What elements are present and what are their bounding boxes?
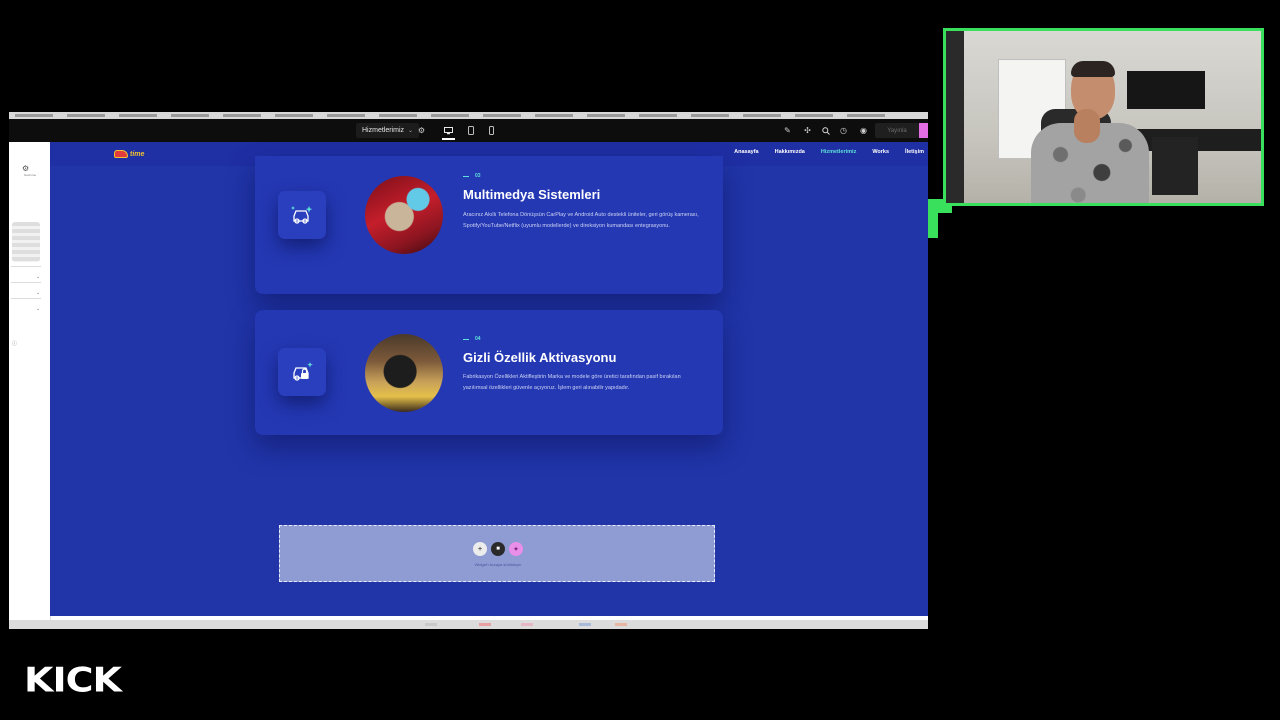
overlay-accent bbox=[928, 212, 938, 238]
history-icon[interactable]: ◷ bbox=[837, 124, 850, 137]
nav-hakkimizda[interactable]: Hakkımızda bbox=[775, 149, 805, 155]
nav-anasayfa[interactable]: Anasayfa bbox=[734, 149, 758, 155]
service-description: Fabrikasyon Özellikleri Aktifleştirin Ma… bbox=[463, 374, 681, 391]
car-dashboard-photo bbox=[365, 334, 443, 412]
number-accent-line bbox=[463, 339, 469, 340]
taskbar-item[interactable] bbox=[579, 623, 591, 626]
service-title: Multimedya Sistemleri bbox=[463, 187, 601, 202]
mobile-view-icon[interactable] bbox=[485, 124, 498, 137]
site-nav: Anasayfa Hakkımızda Hizmetlerimiz Works … bbox=[734, 149, 924, 155]
logo-text: time bbox=[130, 150, 145, 158]
ai-assistant-tab[interactable] bbox=[919, 123, 928, 138]
background-monitor bbox=[1127, 71, 1205, 109]
webcam-background bbox=[946, 31, 964, 203]
publish-button[interactable]: Yayınla bbox=[875, 123, 919, 138]
editor-side-panel: ⚙ Gezinme ⌄ ⌄ ⌄ ⓘ bbox=[9, 142, 51, 629]
webcam-overlay bbox=[943, 28, 1264, 206]
widget-drop-zone[interactable]: + ■ ✦ Widget'ı buraya sürükleyin bbox=[279, 525, 715, 582]
bookmarks-bar bbox=[9, 112, 928, 119]
service-number: 03 bbox=[475, 173, 481, 179]
panel-divider bbox=[11, 298, 41, 299]
drop-zone-hint: Widget'ı buraya sürükleyin bbox=[474, 562, 522, 567]
puzzle-icon[interactable]: ✣ bbox=[801, 124, 814, 137]
pen-icon[interactable]: ✎ bbox=[781, 124, 794, 137]
panel-divider bbox=[11, 266, 41, 267]
widget-preview-placeholder bbox=[12, 222, 40, 262]
service-card[interactable]: 04 Gizli Özellik Aktivasyonu Fabrikasyon… bbox=[255, 310, 723, 435]
pc-tower bbox=[1152, 137, 1198, 195]
chevron-down-icon[interactable]: ⌄ bbox=[36, 290, 40, 296]
service-card[interactable]: 03 Multimedya Sistemleri Aracınız Akıllı… bbox=[255, 156, 723, 294]
preview-eye-icon[interactable]: ◉ bbox=[857, 124, 870, 137]
service-title: Gizli Özellik Aktivasyonu bbox=[463, 350, 617, 365]
tablet-view-icon[interactable] bbox=[464, 124, 477, 137]
nav-iletisim[interactable]: İletişim bbox=[905, 149, 924, 155]
add-section-button[interactable]: + bbox=[473, 542, 487, 556]
page-selector-dropdown[interactable]: Hizmetlerimiz ⌄ bbox=[356, 123, 420, 138]
streamer-hand bbox=[1074, 109, 1100, 143]
car-lock-icon bbox=[278, 348, 326, 396]
browser-window: Hizmetlerimiz ⌄ ⚙ ✎ ✣ ◷ ◉ Yayınla ⚙ Gezi… bbox=[9, 112, 928, 629]
nav-hizmetlerimiz[interactable]: Hizmetlerimiz bbox=[821, 149, 856, 155]
nav-works[interactable]: Works bbox=[872, 149, 889, 155]
kick-logo: KICK bbox=[24, 660, 122, 700]
taskbar bbox=[9, 620, 928, 629]
car-interior-cleaning-photo bbox=[365, 176, 443, 254]
navigator-gear-icon[interactable]: ⚙ bbox=[22, 164, 29, 173]
navigator-label: Gezinme bbox=[23, 173, 36, 177]
website-canvas: time Anasayfa Hakkımızda Hizmetlerimiz W… bbox=[50, 142, 928, 616]
service-description: Aracınız Akıllı Telefona Dönüşsün CarPla… bbox=[463, 212, 699, 229]
number-accent-line bbox=[463, 176, 469, 177]
car-logo-icon bbox=[114, 150, 128, 158]
ai-generate-button[interactable]: ✦ bbox=[509, 542, 523, 556]
chevron-down-icon: ⌄ bbox=[408, 128, 414, 134]
editor-topbar: Hizmetlerimiz ⌄ ⚙ ✎ ✣ ◷ ◉ Yayınla bbox=[9, 119, 928, 142]
search-icon[interactable] bbox=[819, 124, 832, 137]
taskbar-item[interactable] bbox=[615, 623, 627, 626]
site-logo[interactable]: time bbox=[114, 149, 144, 159]
desktop-view-icon[interactable] bbox=[442, 124, 455, 140]
chevron-down-icon[interactable]: ⌄ bbox=[36, 274, 40, 280]
streamer-hair bbox=[1071, 61, 1115, 77]
panel-divider bbox=[11, 282, 41, 283]
taskbar-item[interactable] bbox=[425, 623, 437, 626]
taskbar-item[interactable] bbox=[479, 623, 491, 626]
car-sparkle-icon bbox=[278, 191, 326, 239]
chevron-down-icon[interactable]: ⌄ bbox=[36, 306, 40, 312]
template-library-button[interactable]: ■ bbox=[491, 542, 505, 556]
page-selector-label: Hizmetlerimiz bbox=[362, 127, 404, 134]
help-icon[interactable]: ⓘ bbox=[12, 340, 17, 347]
taskbar-item[interactable] bbox=[521, 623, 533, 626]
page-settings-gear-icon[interactable]: ⚙ bbox=[415, 124, 428, 137]
service-number: 04 bbox=[475, 336, 481, 342]
